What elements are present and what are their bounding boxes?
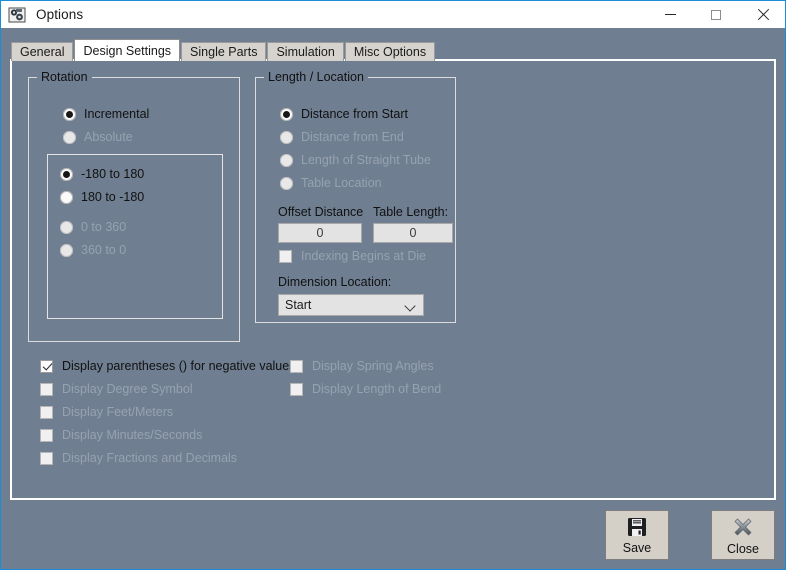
radio-length-of-straight-tube-label: Length of Straight Tube: [301, 153, 431, 167]
save-button[interactable]: Save: [605, 510, 669, 560]
chevron-down-icon: [406, 301, 415, 310]
checkbox-display-fractions-decimals[interactable]: Display Fractions and Decimals: [40, 451, 237, 465]
radio-incremental[interactable]: Incremental: [63, 107, 149, 121]
x-mark-icon: [731, 515, 755, 539]
design-settings-panel: Rotation Incremental Absolute -180 to 18…: [10, 59, 776, 500]
radio-0-to-360-indicator: [60, 220, 73, 234]
radio-distance-from-start-indicator: [280, 107, 293, 121]
tab-general[interactable]: General: [11, 42, 74, 61]
length-location-group: Length / Location Distance from Start Di…: [255, 70, 456, 323]
minimize-button[interactable]: [647, 1, 693, 28]
radio-incremental-indicator: [63, 107, 76, 121]
rotation-group-title: Rotation: [37, 70, 92, 84]
checkbox-display-parentheses-label: Display parentheses () for negative valu…: [62, 359, 296, 373]
radio-distance-from-end-label: Distance from End: [301, 130, 404, 144]
tab-strip: General Design Settings Single Parts Sim…: [11, 39, 436, 61]
checkbox-display-spring-angles-label: Display Spring Angles: [312, 359, 434, 373]
radio-table-location-indicator: [280, 176, 293, 190]
radio-table-location-label: Table Location: [301, 176, 382, 190]
radio-absolute-indicator: [63, 130, 76, 144]
checkbox-display-feet-meters-indicator: [40, 405, 53, 419]
checkbox-display-feet-meters-label: Display Feet/Meters: [62, 405, 174, 419]
checkbox-display-feet-meters[interactable]: Display Feet/Meters: [40, 405, 173, 419]
save-button-label: Save: [622, 540, 652, 555]
radio-360-to-0-indicator: [60, 243, 73, 257]
window-controls: [647, 1, 785, 28]
checkbox-indexing-begins-at-die-indicator: [279, 249, 292, 263]
radio-table-location[interactable]: Table Location: [280, 176, 382, 190]
machine-gear-icon: [8, 6, 26, 24]
close-button[interactable]: Close: [711, 510, 775, 560]
title-bar: Options: [1, 1, 785, 28]
checkbox-display-minutes-seconds-indicator: [40, 428, 53, 442]
radio-180-to-neg180-label: 180 to -180: [81, 190, 145, 204]
radio-length-of-straight-tube-indicator: [280, 153, 293, 167]
radio-360-to-0-label: 360 to 0: [81, 243, 127, 257]
maximize-button[interactable]: [693, 1, 739, 28]
radio-absolute[interactable]: Absolute: [63, 130, 133, 144]
offset-distance-input[interactable]: 0: [278, 223, 362, 243]
rotation-range-subgroup: -180 to 180 180 to -180 0 to 360 360 to …: [47, 154, 223, 319]
radio-distance-from-start[interactable]: Distance from Start: [280, 107, 408, 121]
checkbox-display-spring-angles-indicator: [290, 359, 303, 373]
radio-distance-from-start-label: Distance from Start: [301, 107, 408, 121]
radio-180-to-neg180-indicator: [60, 190, 73, 204]
checkbox-display-minutes-seconds-label: Display Minutes/Seconds: [62, 428, 203, 442]
minimize-icon: [664, 14, 676, 15]
radio-distance-from-end-indicator: [280, 130, 293, 144]
window-title: Options: [36, 7, 84, 22]
tab-simulation[interactable]: Simulation: [267, 42, 344, 61]
options-window: Options General Design Settings Single P…: [0, 0, 786, 570]
checkbox-display-length-of-bend-label: Display Length of Bend: [312, 382, 442, 396]
radio-neg180-to-180-indicator: [60, 167, 73, 181]
tab-design-settings[interactable]: Design Settings: [74, 39, 181, 61]
table-length-input[interactable]: 0: [373, 223, 453, 243]
checkbox-display-parentheses[interactable]: Display parentheses () for negative valu…: [40, 359, 295, 373]
close-button-label: Close: [727, 541, 759, 556]
maximize-icon: [711, 9, 721, 20]
close-icon: [756, 8, 769, 21]
dimension-location-label: Dimension Location:: [278, 275, 392, 289]
checkbox-indexing-begins-at-die-label: Indexing Begins at Die: [301, 249, 427, 263]
tab-misc-options[interactable]: Misc Options: [344, 42, 436, 61]
checkbox-display-fractions-decimals-indicator: [40, 451, 53, 465]
checkbox-display-length-of-bend[interactable]: Display Length of Bend: [290, 382, 441, 396]
radio-neg180-to-180-label: -180 to 180: [81, 167, 145, 181]
radio-0-to-360-label: 0 to 360: [81, 220, 127, 234]
checkbox-display-fractions-decimals-label: Display Fractions and Decimals: [62, 451, 238, 465]
table-length-label: Table Length:: [373, 205, 449, 219]
offset-distance-label: Offset Distance: [278, 205, 364, 219]
floppy-disk-icon: [626, 516, 648, 538]
length-location-group-title: Length / Location: [264, 70, 368, 84]
checkbox-display-spring-angles[interactable]: Display Spring Angles: [290, 359, 434, 373]
radio-absolute-label: Absolute: [84, 130, 133, 144]
radio-180-to-neg180[interactable]: 180 to -180: [60, 190, 144, 204]
checkbox-display-minutes-seconds[interactable]: Display Minutes/Seconds: [40, 428, 202, 442]
checkbox-display-length-of-bend-indicator: [290, 382, 303, 396]
checkbox-display-parentheses-indicator: [40, 359, 53, 373]
radio-distance-from-end[interactable]: Distance from End: [280, 130, 404, 144]
checkbox-display-degree-symbol-label: Display Degree Symbol: [62, 382, 193, 396]
radio-length-of-straight-tube[interactable]: Length of Straight Tube: [280, 153, 431, 167]
radio-360-to-0[interactable]: 360 to 0: [60, 243, 126, 257]
radio-neg180-to-180[interactable]: -180 to 180: [60, 167, 144, 181]
rotation-group: Rotation Incremental Absolute -180 to 18…: [28, 70, 240, 342]
radio-0-to-360[interactable]: 0 to 360: [60, 220, 126, 234]
radio-incremental-label: Incremental: [84, 107, 150, 121]
checkbox-display-degree-symbol[interactable]: Display Degree Symbol: [40, 382, 193, 396]
dimension-location-value: Start: [285, 298, 312, 312]
dimension-location-select[interactable]: Start: [278, 294, 424, 316]
checkbox-display-degree-symbol-indicator: [40, 382, 53, 396]
tab-single-parts[interactable]: Single Parts: [181, 42, 267, 61]
close-window-button[interactable]: [739, 1, 785, 28]
checkbox-indexing-begins-at-die[interactable]: Indexing Begins at Die: [279, 249, 426, 263]
